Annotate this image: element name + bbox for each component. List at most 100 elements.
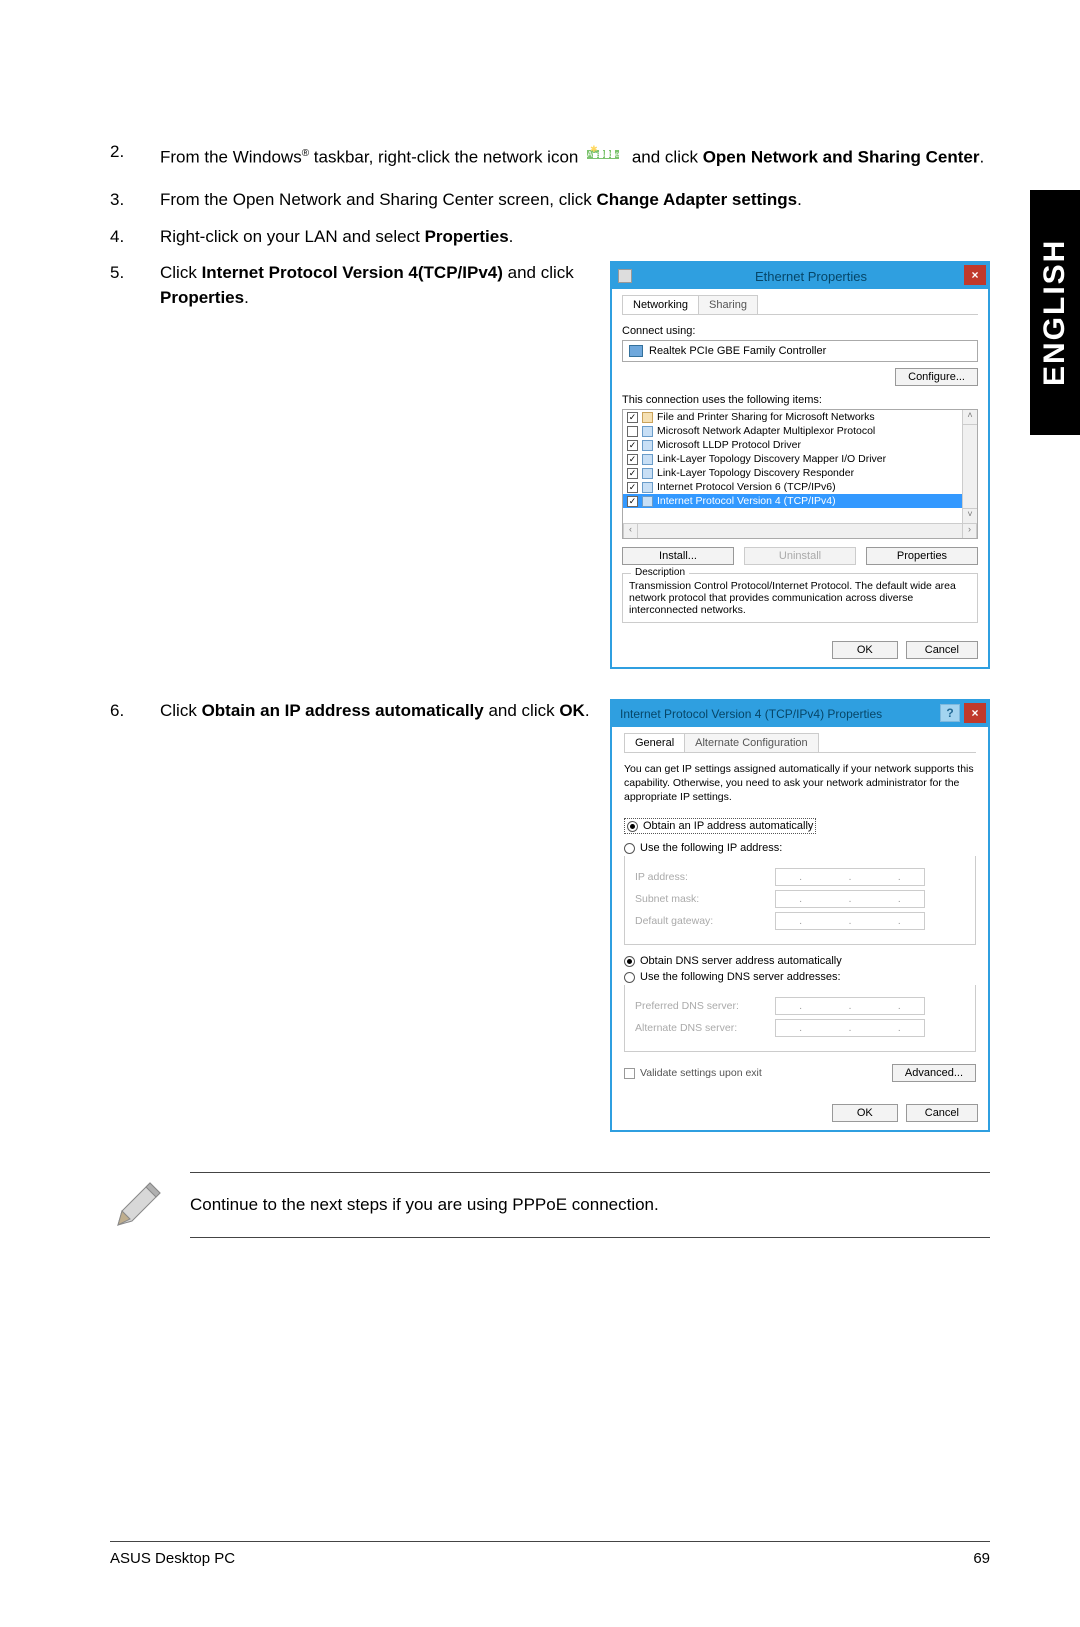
checkbox-icon (627, 426, 638, 437)
preferred-dns-field[interactable]: ... (775, 997, 925, 1015)
description-legend: Description (631, 567, 689, 578)
radio-obtain-ip-auto[interactable]: Obtain an IP address automatically (624, 818, 816, 834)
footer-page-number: 69 (973, 1550, 990, 1567)
checkbox-icon: ✓ (627, 440, 638, 451)
radio-label: Obtain an IP address automatically (643, 820, 813, 832)
items-listbox[interactable]: ✓ File and Printer Sharing for Microsoft … (622, 409, 978, 539)
bold-text: Internet Protocol Version 4(TCP/IPv4) (202, 263, 503, 282)
tab-sharing[interactable]: Sharing (698, 295, 758, 314)
close-button[interactable]: × (964, 703, 986, 723)
dns-fields-group: Preferred DNS server:... Alternate DNS s… (624, 985, 976, 1052)
window-icon (618, 269, 632, 283)
step-body: From the Windows® taskbar, right-click t… (160, 140, 990, 176)
advanced-button[interactable]: Advanced... (892, 1064, 976, 1082)
help-button[interactable]: ? (940, 704, 960, 722)
page-content: 2. From the Windows® taskbar, right-clic… (110, 140, 990, 1238)
radio-use-following-dns[interactable]: Use the following DNS server addresses: (624, 971, 976, 983)
bold-text: Properties (160, 288, 244, 307)
nic-name: Realtek PCIe GBE Family Controller (649, 345, 826, 357)
pencil-icon (110, 1177, 166, 1233)
step-body: Click Internet Protocol Version 4(TCP/IP… (160, 261, 592, 310)
bold-text: Properties (425, 227, 509, 246)
radio-label: Use the following DNS server addresses: (640, 971, 841, 983)
tab-general[interactable]: General (624, 733, 685, 752)
radio-label: Use the following IP address: (640, 842, 782, 854)
radio-label: Obtain DNS server address automatically (640, 955, 842, 967)
radio-use-following-ip[interactable]: Use the following IP address: (624, 842, 976, 854)
item-icon (642, 412, 653, 423)
radio-icon (624, 843, 635, 854)
step-body: Click Obtain an IP address automatically… (160, 699, 592, 724)
text: Click (160, 263, 202, 282)
description-text: Transmission Control Protocol/Internet P… (629, 580, 956, 616)
item-label: Link-Layer Topology Discovery Mapper I/O… (657, 453, 886, 465)
item-label: File and Printer Sharing for Microsoft N… (657, 411, 875, 423)
cancel-button[interactable]: Cancel (906, 641, 978, 659)
text: and click (632, 147, 703, 166)
item-icon (642, 496, 653, 507)
protocol-item[interactable]: ✓ File and Printer Sharing for Microsoft … (623, 410, 977, 424)
text: . (797, 190, 802, 209)
validate-checkbox-row[interactable]: Validate settings upon exit (624, 1067, 762, 1079)
nic-icon (629, 345, 643, 357)
cancel-button[interactable]: Cancel (906, 1104, 978, 1122)
radio-icon (624, 956, 635, 967)
subnet-field[interactable]: ... (775, 890, 925, 908)
protocol-item[interactable]: ✓Internet Protocol Version 4 (TCP/IPv4) (623, 494, 977, 508)
footer-left: ASUS Desktop PC (110, 1550, 235, 1567)
text: From the Open Network and Sharing Center… (160, 190, 597, 209)
vertical-scrollbar[interactable]: ˄˅ (962, 410, 977, 523)
bold-text: Obtain an IP address automatically (202, 701, 484, 720)
bold-text: OK (559, 701, 585, 720)
item-icon (642, 454, 653, 465)
gateway-label: Default gateway: (635, 915, 775, 927)
step-body: From the Open Network and Sharing Center… (160, 188, 990, 213)
nic-box: Realtek PCIe GBE Family Controller (622, 340, 978, 362)
protocol-item[interactable]: ✓Link-Layer Topology Discovery Responder (623, 466, 977, 480)
network-tray-icon: ✱ Available (587, 140, 623, 176)
tab-alternate[interactable]: Alternate Configuration (684, 733, 819, 752)
radio-icon (627, 821, 638, 832)
tab-networking[interactable]: Networking (622, 295, 699, 314)
uninstall-button[interactable]: Uninstall (744, 547, 856, 565)
bold-text: Change Adapter settings (597, 190, 798, 209)
configure-button[interactable]: Configure... (895, 368, 978, 386)
gateway-field[interactable]: ... (775, 912, 925, 930)
item-label: Microsoft Network Adapter Multiplexor Pr… (657, 425, 875, 437)
text: and click (503, 263, 574, 282)
install-button[interactable]: Install... (622, 547, 734, 565)
checkbox-icon (624, 1068, 635, 1079)
text: Click (160, 701, 202, 720)
text: and click (484, 701, 560, 720)
alternate-dns-field[interactable]: ... (775, 1019, 925, 1037)
tab-strip: General Alternate Configuration (624, 733, 976, 753)
item-label: Internet Protocol Version 4 (TCP/IPv4) (657, 495, 836, 507)
checkbox-icon: ✓ (627, 482, 638, 493)
bold-text: Open Network and Sharing Center (703, 147, 980, 166)
close-button[interactable]: × (964, 265, 986, 285)
item-label: Internet Protocol Version 6 (TCP/IPv6) (657, 481, 836, 493)
properties-button[interactable]: Properties (866, 547, 978, 565)
item-label: Microsoft LLDP Protocol Driver (657, 439, 801, 451)
dialog-title: Internet Protocol Version 4 (TCP/IPv4) P… (620, 707, 882, 721)
protocol-item[interactable]: ✓Link-Layer Topology Discovery Mapper I/… (623, 452, 977, 466)
registered-mark: ® (302, 148, 309, 159)
protocol-item[interactable]: ✓ Internet Protocol Version 6 (TCP/IPv6) (623, 480, 977, 494)
ethernet-properties-dialog: Ethernet Properties × Networking Sharing… (610, 261, 990, 669)
step-5: 5. Click Internet Protocol Version 4(TCP… (110, 261, 592, 310)
step-number: 4. (110, 225, 160, 250)
ok-button[interactable]: OK (832, 1104, 898, 1122)
horizontal-scrollbar[interactable]: ‹› (623, 523, 977, 538)
radio-icon (624, 972, 635, 983)
ok-button[interactable]: OK (832, 641, 898, 659)
ip-address-field[interactable]: ... (775, 868, 925, 886)
checkbox-icon: ✓ (627, 412, 638, 423)
info-text: You can get IP settings assigned automat… (624, 763, 976, 804)
language-tab: ENGLISH (1030, 190, 1080, 435)
protocol-item[interactable]: Microsoft Network Adapter Multiplexor Pr… (623, 424, 977, 438)
text: . (979, 147, 984, 166)
protocol-item[interactable]: ✓ Microsoft LLDP Protocol Driver (623, 438, 977, 452)
radio-obtain-dns-auto[interactable]: Obtain DNS server address automatically (624, 955, 976, 967)
subnet-label: Subnet mask: (635, 893, 775, 905)
text: Right-click on your LAN and select (160, 227, 425, 246)
